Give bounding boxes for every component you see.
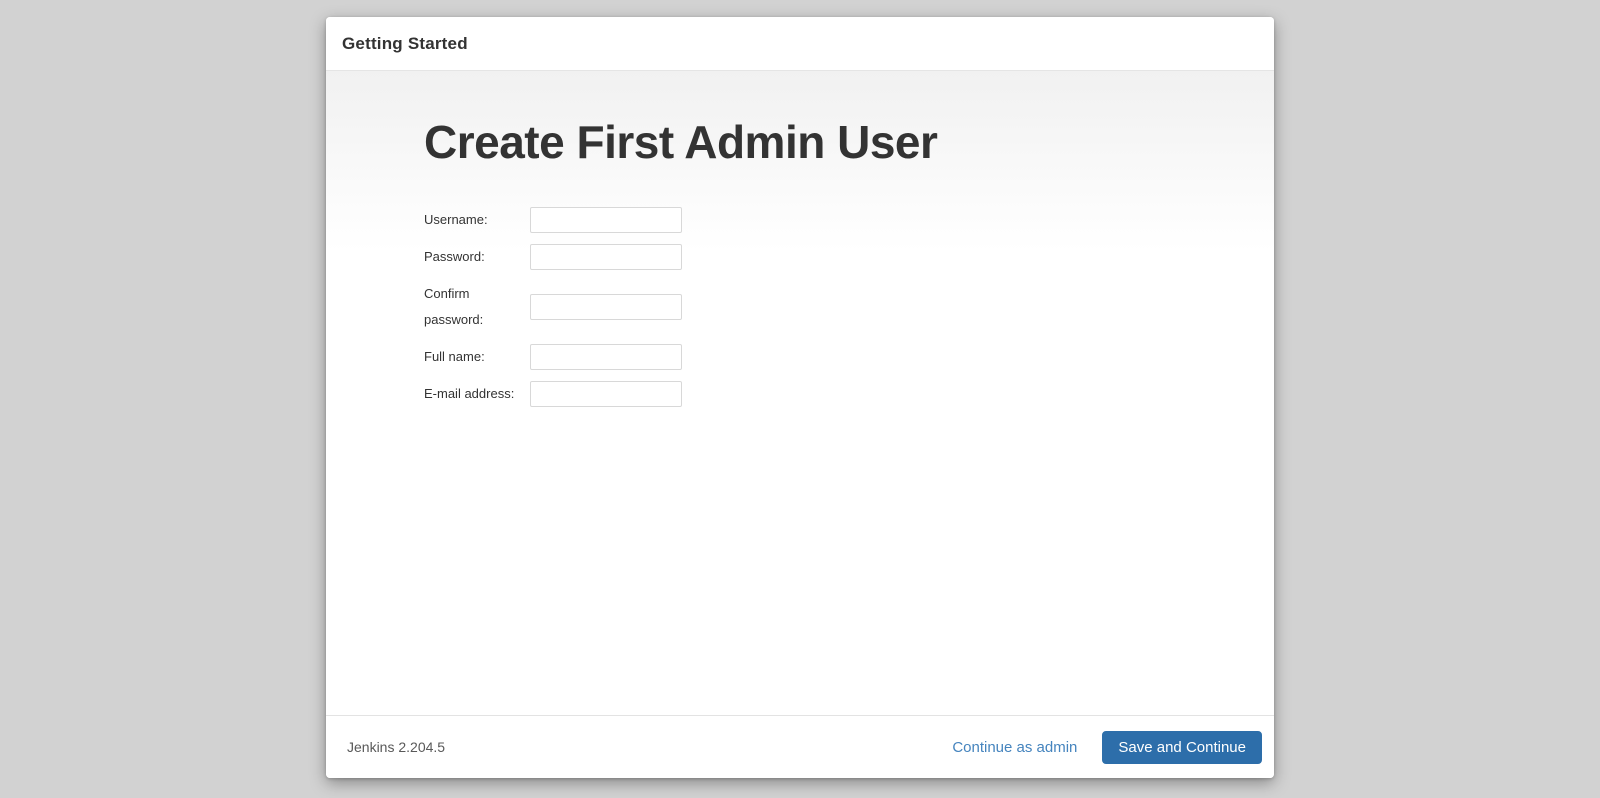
password-input[interactable]	[530, 244, 682, 270]
password-label: Password:	[424, 244, 530, 270]
form-row-confirm-password: Confirm password:	[424, 281, 1234, 333]
confirm-password-input[interactable]	[530, 294, 682, 320]
email-label: E-mail address:	[424, 381, 530, 407]
form-row-full-name: Full name:	[424, 344, 1234, 370]
username-input[interactable]	[530, 207, 682, 233]
dialog-footer: Jenkins 2.204.5 Continue as admin Save a…	[326, 715, 1274, 778]
dialog-content: Create First Admin User Username: Passwo…	[326, 71, 1274, 715]
full-name-label: Full name:	[424, 344, 530, 370]
form-row-password: Password:	[424, 244, 1234, 270]
form-row-username: Username:	[424, 207, 1234, 233]
admin-user-form: Username: Password: Confirm password: Fu…	[424, 207, 1234, 407]
full-name-input[interactable]	[530, 344, 682, 370]
confirm-password-label: Confirm password:	[424, 281, 530, 333]
email-input[interactable]	[530, 381, 682, 407]
dialog-header-title: Getting Started	[342, 34, 468, 54]
save-and-continue-button[interactable]: Save and Continue	[1102, 731, 1262, 764]
form-row-email: E-mail address:	[424, 381, 1234, 407]
getting-started-dialog: Getting Started Create First Admin User …	[326, 17, 1274, 778]
dialog-header: Getting Started	[326, 17, 1274, 71]
page-title: Create First Admin User	[424, 115, 1234, 169]
username-label: Username:	[424, 207, 530, 233]
continue-as-admin-link[interactable]: Continue as admin	[952, 739, 1077, 756]
jenkins-version-text: Jenkins 2.204.5	[347, 739, 445, 755]
